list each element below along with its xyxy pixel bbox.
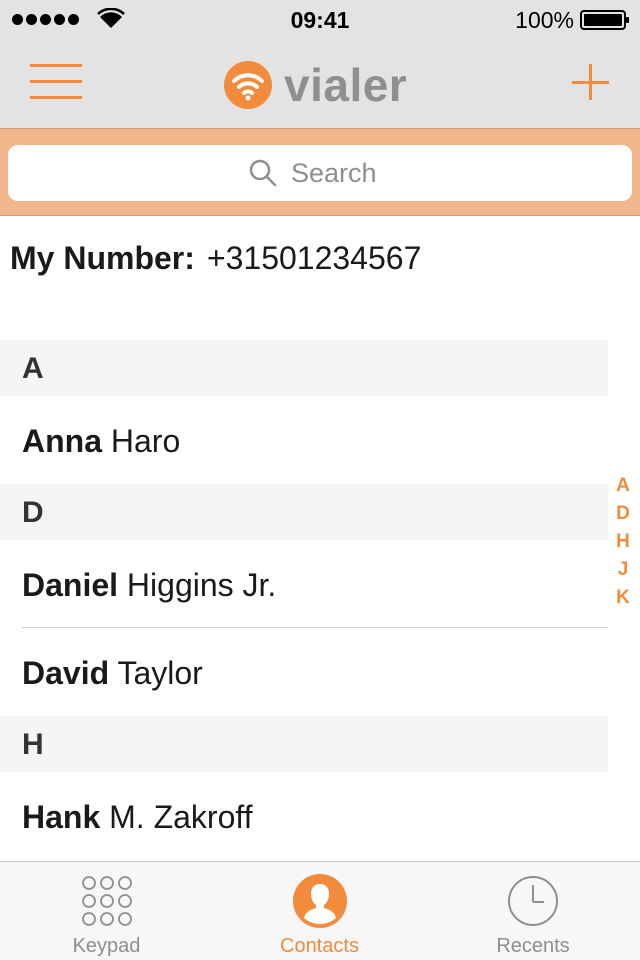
search-bar [0, 128, 640, 216]
contact-first-name: Daniel [22, 567, 119, 603]
index-letter-h[interactable]: H [613, 530, 633, 558]
contact-last-name: Haro [110, 423, 181, 459]
contact-row[interactable]: Hank M. Zakroff [0, 772, 608, 860]
search-field[interactable] [8, 145, 632, 201]
tab-recents[interactable]: Recents [426, 862, 640, 960]
section-header-h: H [0, 716, 608, 772]
tab-keypad[interactable]: Keypad [0, 862, 213, 960]
add-contact-button[interactable] [570, 62, 612, 104]
index-letter-k[interactable]: K [613, 586, 633, 614]
contact-last-name: M. Zakroff [109, 799, 253, 835]
battery-percentage: 100% [515, 7, 574, 33]
contact-last-name: Taylor [117, 655, 203, 691]
contact-first-name: Hank [22, 799, 101, 835]
section-header-d: D [0, 484, 608, 540]
search-icon [249, 159, 277, 187]
brand-name: vialer [284, 59, 408, 111]
battery-icon [580, 10, 629, 30]
contact-first-name: Anna [22, 423, 102, 459]
status-bar: 09:41 100% [0, 0, 640, 40]
contacts-icon [292, 874, 347, 928]
vialer-wifi-logo-icon [224, 61, 272, 109]
index-letter-j[interactable]: J [613, 558, 633, 586]
my-number: My Number: +31501234567 [10, 240, 421, 277]
navigation-bar: vialer [0, 40, 640, 128]
menu-button[interactable] [30, 60, 84, 104]
tab-label-recents: Recents [496, 935, 570, 957]
tab-contacts[interactable]: Contacts [213, 862, 426, 960]
search-input[interactable] [291, 157, 391, 189]
tab-label-contacts: Contacts [280, 935, 359, 957]
clock-icon [508, 876, 558, 926]
contact-list: A Anna Haro D Daniel Higgins Jr. David T… [0, 340, 608, 860]
tab-label-keypad: Keypad [72, 935, 141, 957]
contact-last-name: Higgins Jr. [126, 567, 277, 603]
my-number-value: +31501234567 [206, 240, 422, 276]
tab-bar: Keypad Contacts Recents [0, 861, 640, 960]
section-index[interactable]: A D H J K [613, 474, 633, 614]
contact-row[interactable]: David Taylor [0, 628, 608, 716]
index-letter-d[interactable]: D [613, 502, 633, 530]
my-number-label: My Number: [10, 240, 195, 276]
contact-row[interactable]: Daniel Higgins Jr. [22, 540, 608, 628]
contact-first-name: David [22, 655, 110, 691]
vialer-logo: vialer [224, 61, 407, 109]
section-header-a: A [0, 340, 608, 396]
contact-row[interactable]: Anna Haro [0, 396, 608, 484]
keypad-icon [81, 876, 132, 926]
index-letter-a[interactable]: A [613, 474, 633, 502]
